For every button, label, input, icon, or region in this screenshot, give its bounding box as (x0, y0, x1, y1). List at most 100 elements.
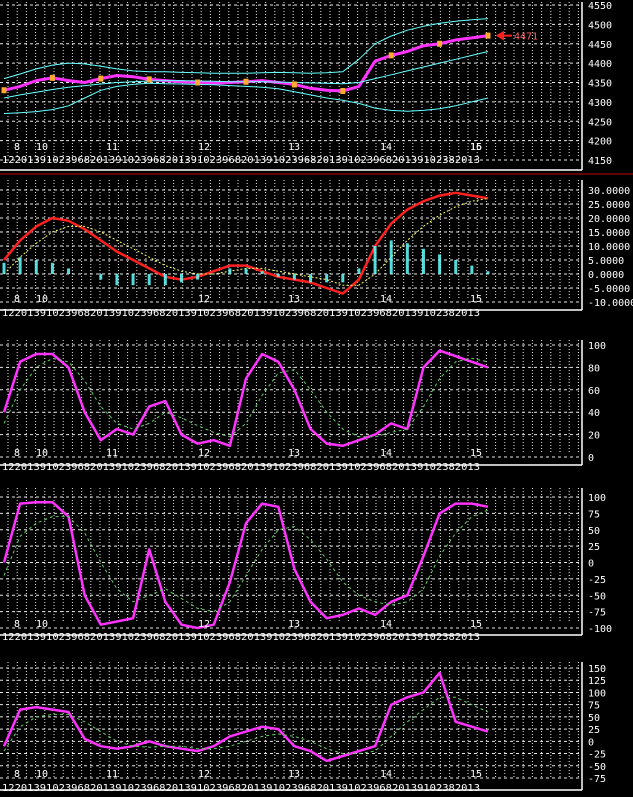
price-marker (1, 87, 7, 94)
y-tick-label: 100 (588, 688, 606, 699)
y-tick-label: 75 (588, 701, 600, 712)
y-tick-label: 4500 (588, 20, 612, 31)
last-price-label: 4471 (514, 32, 538, 43)
day-label: 10 (36, 142, 48, 153)
day-label: 13 (288, 294, 300, 305)
y-tick-label: 25 (588, 542, 600, 553)
y-tick-label: -75 (588, 608, 606, 619)
day-label: 8 (14, 619, 20, 630)
day-label: 11 (106, 448, 118, 459)
chart-canvas: 4150 4200 4250 4300 4350 4400 4450 4500 4550 4471… (0, 1, 633, 794)
y-tick-label: 100 (588, 493, 606, 504)
y-tick-label: 0 (588, 559, 594, 570)
day-label: 10 (36, 294, 48, 305)
y-tick-label: 0 (588, 737, 594, 748)
day-label: 11 (106, 769, 118, 780)
day-label: 8 (14, 448, 20, 459)
hour-labels: 1220139102396820139102396820139102396820… (2, 462, 480, 473)
y-tick-label: 125 (588, 676, 606, 687)
series-line-0 (2, 349, 489, 448)
day-label: 15 (470, 448, 482, 459)
price-marker (485, 32, 491, 39)
y-tick-label: -50 (588, 762, 606, 773)
hour-labels: 1220139102396820139102396820139102396820… (2, 308, 480, 319)
y-tick-label: 4450 (588, 40, 612, 51)
day-label: 12 (198, 619, 210, 630)
y-tick-label: 50 (588, 526, 600, 537)
y-tick-label: 4300 (588, 98, 612, 109)
day-label: 14 (380, 142, 392, 153)
price-marker (340, 88, 346, 95)
y-tick-label: 5.0000 (588, 256, 624, 267)
day-label: 14 (380, 769, 392, 780)
y-tick-label: -50 (588, 591, 606, 602)
y-tick-label: -5.0000 (588, 284, 630, 295)
day-label: 16 (470, 142, 482, 153)
price-marker (291, 81, 297, 88)
series-line-3 (3, 82, 489, 114)
y-tick-label: 4550 (588, 1, 612, 12)
day-label: 12 (198, 294, 210, 305)
y-tick-label: 4200 (588, 137, 612, 148)
day-label: 10 (36, 769, 48, 780)
day-label: 8 (14, 294, 20, 305)
series-line-0 (3, 191, 489, 295)
y-tick-label: -10.0000 (588, 298, 633, 309)
y-tick-label: 0.0000 (588, 270, 624, 281)
day-label: 13 (288, 448, 300, 459)
y-tick-label: 30.0000 (588, 186, 630, 197)
y-tick-label: -25 (588, 750, 606, 761)
last-price-arrow (496, 30, 504, 41)
y-tick-label: 10.0000 (588, 242, 630, 253)
day-label: 14 (380, 294, 392, 305)
panel-oscillator_a: 0 20 40 60 80 100 8 10 11 12 13 14 15 122013910239682… (0, 340, 606, 473)
series-line-1 (3, 51, 489, 99)
day-label: 11 (106, 142, 118, 153)
y-tick-label: 25.0000 (588, 200, 630, 211)
y-tick-label: 4400 (588, 59, 612, 70)
price-marker (98, 75, 104, 82)
y-tick-label: 150 (588, 664, 606, 675)
panel-oscillator_b: -100 -75 -50 -25 0 25 50 75 100 8 10 12 13 14 15 122013… (0, 488, 612, 643)
y-tick-label: 40 (588, 408, 600, 419)
y-tick-label: 0 (588, 453, 594, 464)
price-marker (49, 74, 55, 81)
panel-macd: -10.0000 -5.0000 0.0000 5.0000 10.0000 15.000… (0, 180, 633, 319)
y-tick-label: 4250 (588, 117, 612, 128)
day-label: 14 (380, 619, 392, 630)
y-tick-label: 60 (588, 386, 600, 397)
price-marker (437, 40, 443, 47)
day-label: 10 (36, 619, 48, 630)
y-tick-label: 20.0000 (588, 214, 630, 225)
y-tick-label: 15.0000 (588, 228, 630, 239)
day-label: 14 (380, 448, 392, 459)
day-label: 15 (470, 619, 482, 630)
y-tick-label: 75 (588, 509, 600, 520)
y-tick-label: 80 (588, 363, 600, 374)
series-line-0 (2, 500, 489, 630)
day-label: 13 (288, 142, 300, 153)
day-label: 10 (36, 448, 48, 459)
day-label: 8 (14, 142, 20, 153)
y-tick-label: 4150 (588, 156, 612, 167)
y-tick-label: -75 (588, 774, 606, 785)
y-tick-label: -25 (588, 575, 606, 586)
day-label: 12 (198, 448, 210, 459)
y-tick-label: 50 (588, 713, 600, 724)
hour-labels: 1220139102396820139102396820139102396820… (2, 155, 480, 166)
day-label: 12 (198, 769, 210, 780)
y-tick-label: 4350 (588, 79, 612, 90)
day-label: 12 (198, 142, 210, 153)
day-label: 15 (470, 294, 482, 305)
y-tick-label: 100 (588, 341, 606, 352)
hour-labels: 1220139102396820139102396820139102396820… (2, 632, 480, 643)
y-tick-label: 20 (588, 431, 600, 442)
y-tick-label: 25 (588, 725, 600, 736)
day-label: 15 (470, 769, 482, 780)
day-label: 13 (288, 619, 300, 630)
price-marker (243, 78, 249, 85)
price-marker (388, 52, 394, 59)
price-marker (195, 79, 201, 86)
hour-labels: 1220139102396820139102396820139102396820… (2, 783, 480, 794)
y-tick-label: -100 (588, 624, 612, 635)
